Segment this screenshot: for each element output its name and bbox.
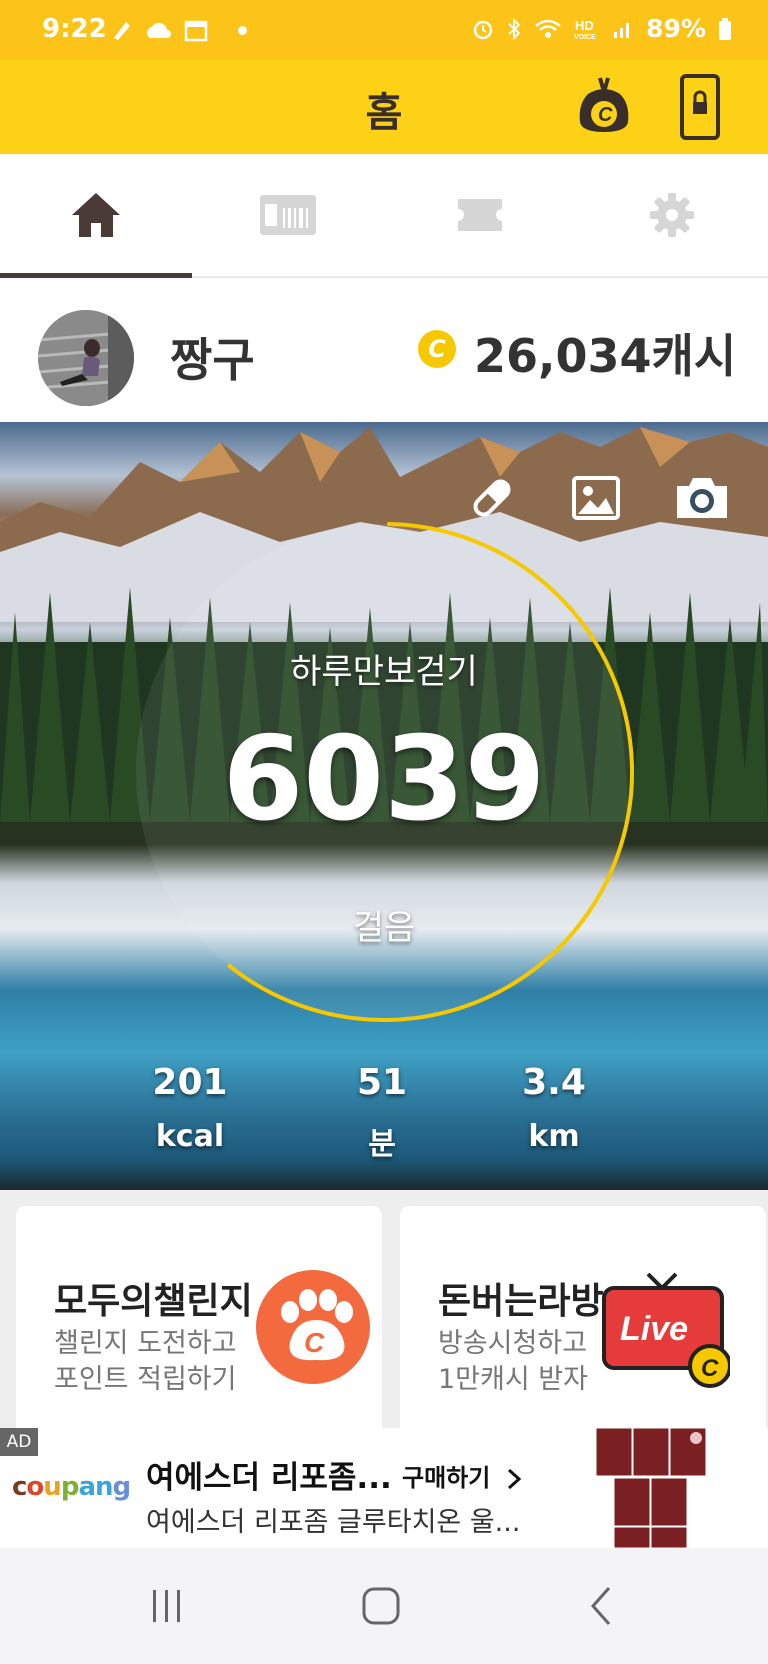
alarm-icon	[473, 20, 493, 39]
status-time: 9:22	[42, 14, 107, 44]
tab-bar	[0, 154, 768, 278]
live-card-subtitle: 방송시청하고 1만캐시 받자	[438, 1326, 588, 1398]
cloud-icon	[147, 22, 171, 38]
signal-icon	[614, 22, 630, 38]
wifi-icon	[535, 19, 561, 38]
lock-screen-icon[interactable]	[680, 74, 720, 140]
status-bar: 9:22 HD VOICE 89%	[0, 0, 768, 60]
cash-balance[interactable]: 26,034캐시	[474, 320, 736, 386]
product-image	[596, 1428, 707, 1548]
stat-minutes-value: 51	[356, 1062, 408, 1103]
hd-voice-icon: HDVOICE	[574, 18, 596, 41]
live-card-sub2: 1만캐시 받자	[438, 1364, 588, 1395]
challenge-card-subtitle: 챌린지 도전하고 포인트 적립하기	[54, 1326, 236, 1398]
ad-description: 여에스더 리포좀 글루타치온 울...	[146, 1507, 521, 1538]
stat-kcal-unit: kcal	[155, 1119, 225, 1154]
ad-title: 여에스더 리포좀...	[146, 1460, 392, 1496]
challenge-card-sub1: 챌린지 도전하고	[54, 1328, 237, 1359]
back-button[interactable]	[566, 1578, 636, 1634]
svg-text:HD: HD	[575, 18, 594, 33]
recents-icon	[153, 1590, 180, 1622]
stat-distance: 3.4 km	[484, 1062, 624, 1154]
recents-button[interactable]	[132, 1578, 202, 1634]
coin-icon: C	[418, 330, 456, 368]
live-card-sub1: 방송시청하고	[438, 1328, 588, 1359]
notification-dot-icon	[238, 25, 247, 35]
username: 짱구	[170, 333, 255, 387]
system-nav-bar	[0, 1548, 768, 1664]
ticket-icon	[458, 199, 502, 231]
stat-minutes: 51 분	[312, 1062, 452, 1163]
ad-buy-label: 구매하기	[402, 1464, 491, 1492]
home-icon	[72, 193, 120, 237]
coupang-logo: coupang	[12, 1472, 131, 1502]
battery-percent: 89%	[646, 14, 706, 43]
chevron-right-icon	[507, 1468, 521, 1490]
avatar[interactable]	[38, 310, 134, 406]
calendar-icon	[184, 20, 208, 42]
profile-row: 짱구 C 26,034캐시	[0, 278, 768, 422]
tab-settings[interactable]	[576, 154, 768, 276]
cash-bag-icon[interactable]: C	[572, 74, 636, 138]
pen-icon	[114, 22, 130, 40]
gear-icon	[650, 193, 694, 237]
svg-text:VOICE: VOICE	[574, 34, 596, 41]
live-card[interactable]: 돈버는라방 방송시청하고 1만캐시 받자 Live C	[400, 1206, 766, 1446]
svg-text:C: C	[598, 104, 613, 126]
battery-icon	[719, 17, 731, 40]
stat-distance-unit: km	[528, 1119, 580, 1154]
ad-buy-button[interactable]: 구매하기	[402, 1458, 521, 1493]
camera-icon[interactable]	[672, 472, 732, 524]
tab-gift[interactable]	[192, 154, 384, 276]
app-bar: 홈 C	[0, 60, 768, 154]
step-count: 6039	[222, 712, 546, 847]
ad-tag: AD	[0, 1428, 38, 1456]
svg-text:C: C	[304, 1327, 325, 1358]
challenge-card-title: 모두의챌린지	[54, 1281, 253, 1322]
svg-text:C: C	[701, 1355, 719, 1382]
pill-icon[interactable]	[462, 472, 522, 524]
live-tv-icon: Live C	[602, 1272, 730, 1388]
stat-kcal-value: 201	[152, 1062, 228, 1103]
step-counter-hero: 하루만보걷기 6039 걸음 201 kcal 51 분 3.4 km	[0, 422, 768, 1190]
back-icon	[590, 1587, 611, 1625]
home-button[interactable]	[346, 1578, 416, 1634]
stat-kcal: 201 kcal	[120, 1062, 260, 1154]
gift-card-icon	[260, 195, 316, 235]
stat-distance-value: 3.4	[522, 1062, 586, 1103]
status-left-icons	[110, 18, 247, 42]
home-nav-icon	[362, 1587, 400, 1625]
ad-banner[interactable]: AD coupang 여에스더 리포좀... 구매하기 여에스더 리포좀 글루타…	[0, 1428, 768, 1548]
paw-coin-icon: C	[256, 1270, 370, 1384]
status-right: HD VOICE 89%	[472, 14, 732, 43]
tab-ticket[interactable]	[384, 154, 576, 276]
live-card-title: 돈버는라방	[438, 1281, 604, 1322]
stat-minutes-unit: 분	[368, 1127, 396, 1162]
step-unit: 걸음	[352, 908, 416, 948]
tab-home[interactable]	[0, 154, 192, 278]
live-badge-text: Live	[620, 1310, 688, 1348]
page-title: 홈	[365, 90, 403, 136]
challenge-card[interactable]: 모두의챌린지 챌린지 도전하고 포인트 적립하기 C	[16, 1206, 382, 1446]
walk-title: 하루만보걷기	[290, 652, 478, 692]
avatar-photo	[38, 310, 134, 406]
image-icon[interactable]	[566, 472, 626, 524]
bluetooth-icon	[508, 17, 521, 40]
challenge-card-sub2: 포인트 적립하기	[54, 1364, 237, 1395]
feature-cards: 모두의챌린지 챌린지 도전하고 포인트 적립하기 C 돈버는라방 방송시청하고 …	[0, 1190, 768, 1446]
